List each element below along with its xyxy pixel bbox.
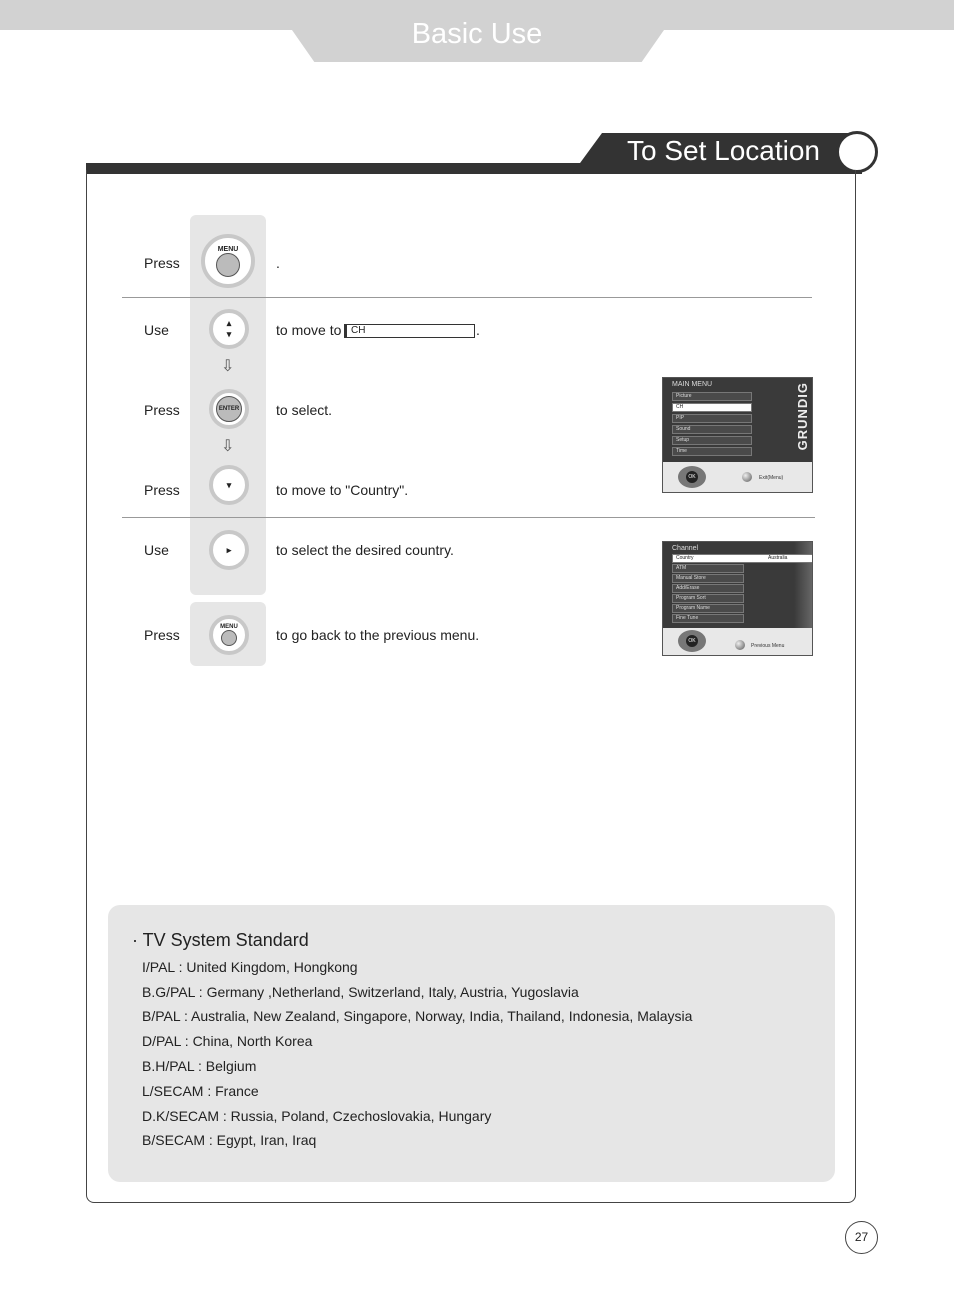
button-ball-icon [742, 472, 752, 482]
note-line: D/PAL : China, North Korea [142, 1033, 313, 1049]
screen-title: Channel [672, 545, 699, 552]
step-text: to select. [276, 402, 333, 418]
page-title: To Set Location [626, 135, 820, 166]
menu-item: PIP [672, 414, 752, 423]
hand-down-arrow-icon: ⇩ [221, 358, 235, 375]
note-line: B.G/PAL : Germany ,Netherland, Switzerla… [142, 984, 579, 1000]
screen-footer: OK Exit(Menu) [663, 462, 812, 492]
page-number: 27 [845, 1221, 878, 1254]
button-label: MENU [217, 245, 239, 253]
menu-item: Program Name [672, 604, 744, 613]
note-line: L/SECAM : France [142, 1083, 259, 1099]
note-line: B.H/PAL : Belgium [142, 1058, 257, 1074]
ch-down-button-icon: ▾ [209, 465, 249, 505]
screen-footer: OK Previous Menu [663, 628, 812, 655]
title-circle-decoration [836, 131, 878, 173]
footer-text: Previous Menu [751, 643, 785, 649]
vol-button-icon: ▸ [209, 530, 249, 570]
step-text: to move to "Country". [276, 482, 409, 498]
step-verb: Press [144, 482, 180, 498]
step-verb: Press [144, 402, 180, 418]
menu-item: ATM [672, 564, 744, 573]
menu-item: CH [672, 403, 752, 412]
menu-button-icon: MENU [201, 234, 255, 288]
step-text: . [276, 255, 280, 271]
hand-down-arrow-icon: ⇩ [221, 438, 235, 455]
step-verb: Use [144, 322, 169, 338]
note-line: D.K/SECAM : Russia, Poland, Czechoslovak… [142, 1108, 492, 1124]
note-line: I/PAL : United Kingdom, Hongkong [142, 959, 358, 975]
channel-menu-screenshot: Channel Country Australia ATM Manual Stor… [662, 541, 813, 656]
ok-pad-icon: OK [678, 630, 706, 652]
screen-title: MAIN MENU [672, 381, 713, 388]
step-text: to move to [276, 322, 342, 338]
ok-pad-icon: OK [678, 466, 706, 488]
note-heading: · TV System Standard [132, 930, 309, 950]
menu-item: Setup [672, 436, 752, 445]
brand-logo: GRUNDIG [795, 382, 810, 451]
note-line: B/SECAM : Egypt, Iran, Iraq [142, 1132, 317, 1148]
menu-item: Manual Store [672, 574, 744, 583]
step-text: to select the desired country. [276, 542, 454, 558]
menu-item: Sound [672, 425, 752, 434]
menu-item: Country Australia [672, 554, 812, 563]
divider [122, 517, 815, 518]
step-verb: Press [144, 255, 180, 271]
menu-item: Fine Tune [672, 614, 744, 623]
footer-text: Exit(Menu) [759, 475, 784, 481]
enter-button-icon: ENTER [209, 389, 249, 429]
divider [122, 297, 812, 298]
menu-item: Program Sort [672, 594, 744, 603]
step-verb: Use [144, 542, 169, 558]
step-verb: Press [144, 627, 180, 643]
button-ball-icon [735, 640, 745, 650]
step-text-end: . [476, 322, 480, 338]
note-line: B/PAL : Australia, New Zealand, Singapor… [142, 1008, 693, 1024]
main-menu-screenshot: MAIN MENU Picture CH PIP Sound Setup Tim… [662, 377, 813, 493]
section-title: Basic Use [411, 18, 543, 50]
menu-item: Time [672, 447, 752, 456]
menu-item: Add/Erase [672, 584, 744, 593]
menu-button-icon: MENU [209, 615, 249, 655]
ch-up-down-button-icon: ▴ ▾ [209, 309, 249, 349]
menu-item-box: CH [344, 324, 475, 338]
menu-item: Picture [672, 392, 752, 401]
step-text: to go back to the previous menu. [276, 627, 480, 643]
